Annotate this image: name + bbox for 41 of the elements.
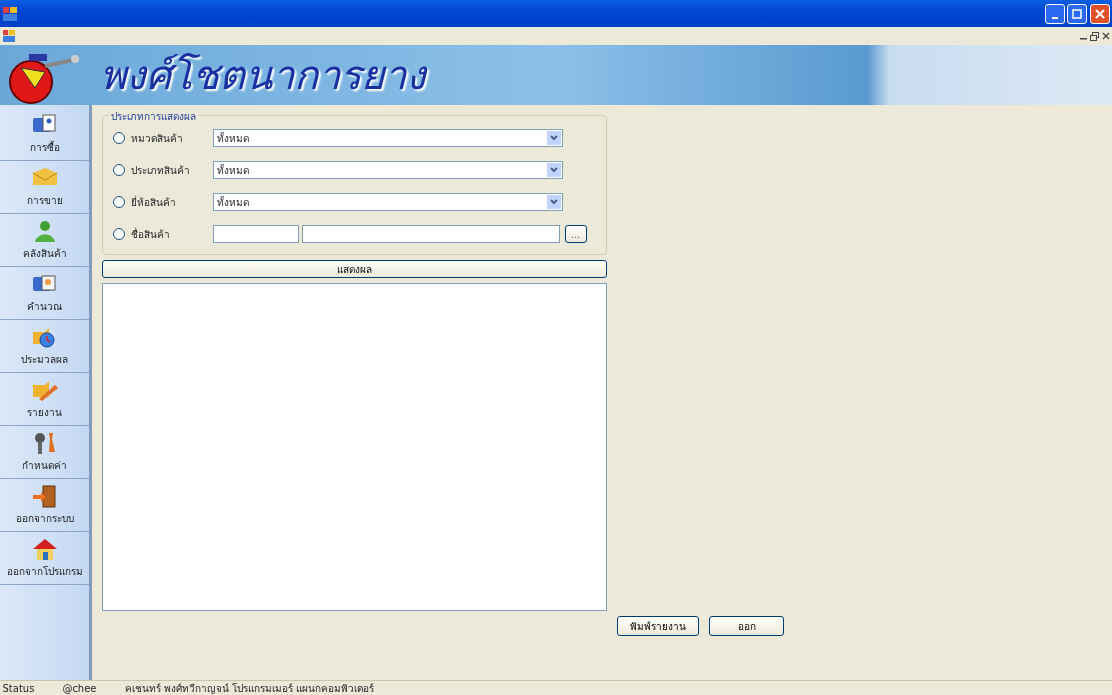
category-dropdown[interactable]: ทั้งหมด [213, 161, 563, 179]
radio-button[interactable] [113, 228, 125, 240]
browse-button[interactable]: ... [564, 225, 587, 243]
banner-title: พงศ์โชตนาการยาง [100, 55, 426, 95]
door-icon [30, 482, 59, 509]
sidebar-item[interactable]: รายงาน [0, 372, 89, 426]
option-label: หมวดสินค้า [131, 131, 183, 146]
sidebar-item[interactable]: คำนวณ [0, 266, 89, 320]
sidebar-item[interactable]: ประมวลผล [0, 319, 89, 373]
status-text: @chee [62, 681, 97, 695]
maximize-icon [1072, 8, 1082, 19]
app-icon [2, 6, 17, 21]
show-button[interactable]: แสดงผล [102, 260, 607, 278]
sidebar-item[interactable]: คลังสินค้า [0, 213, 89, 267]
option-label: ประเภทสินค้า [131, 163, 190, 178]
category-dropdown[interactable]: ทั้งหมด [213, 193, 563, 211]
print-report-button[interactable]: พิมพ์รายงาน [617, 616, 699, 636]
sidebar-item[interactable]: ออกจากโปรแกรม [0, 531, 89, 585]
close-icon [1094, 8, 1105, 19]
sidebar-item[interactable]: กำหนดค่า [0, 425, 89, 479]
sidebar-item[interactable]: การขาย [0, 160, 89, 214]
category-dropdown[interactable]: ทั้งหมด [213, 129, 563, 147]
status-text: Status [2, 681, 35, 695]
radio-button[interactable] [113, 164, 125, 176]
close-button[interactable] [1089, 3, 1110, 24]
maximize-button[interactable] [1067, 3, 1087, 24]
name-field[interactable] [301, 225, 560, 243]
exit-button[interactable]: ออก [709, 616, 784, 636]
status-text: คเชนทร์ พงศ์ทวีกาญจน์ โปรแกรมเมอร์ แผนกคอมพิวเตอร์ [124, 681, 375, 695]
radio-button[interactable] [113, 132, 125, 144]
option-label: ยี่ห้อสินค้า [131, 194, 176, 210]
radio-button[interactable] [113, 196, 125, 208]
minimize-button[interactable] [1044, 3, 1065, 24]
sidebar-item[interactable]: ออกจากระบบ [0, 478, 89, 532]
child-window-icon [2, 30, 15, 42]
minimize-icon [1051, 16, 1058, 19]
restore-icon[interactable] [1090, 31, 1099, 41]
code-field[interactable] [213, 225, 299, 243]
sidebar-item[interactable]: การซื้อ [0, 107, 89, 161]
option-label: ชื่อสินค้า [131, 226, 170, 242]
close-icon[interactable] [1101, 32, 1110, 40]
